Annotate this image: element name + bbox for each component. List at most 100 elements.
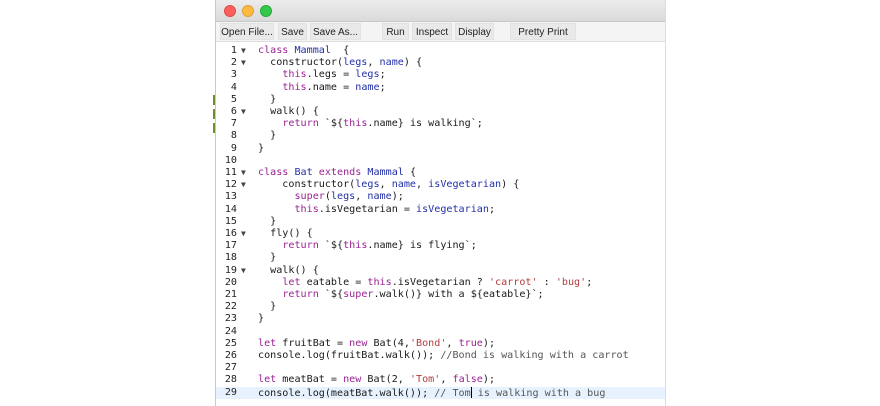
code-line[interactable]: 22 } bbox=[216, 301, 665, 313]
code-token: new bbox=[349, 337, 368, 349]
fold-toggle-icon[interactable]: ▼ bbox=[241, 265, 251, 277]
code-line[interactable]: 8 } bbox=[216, 130, 665, 142]
line-number: 14 bbox=[224, 203, 237, 215]
code-line[interactable]: 7 return `${this.name} is walking`; bbox=[216, 118, 665, 130]
code-line[interactable]: 6 ▼ walk() { bbox=[216, 106, 665, 118]
code-text: } bbox=[258, 252, 276, 264]
code-line[interactable]: 29 console.log(meatBat.walk()); // Tom is… bbox=[216, 386, 665, 400]
line-number: 20 bbox=[224, 276, 237, 288]
minimize-window-button[interactable] bbox=[242, 5, 254, 17]
title-bar bbox=[216, 0, 665, 22]
code-line[interactable]: 3 this.legs = legs; bbox=[216, 69, 665, 81]
code-token: name bbox=[391, 179, 417, 191]
code-line[interactable]: 5 } bbox=[216, 94, 665, 106]
code-token: } bbox=[258, 93, 277, 105]
fold-toggle-icon[interactable]: ▼ bbox=[241, 57, 251, 69]
code-line[interactable]: 14 this.isVegetarian = isVegetarian; bbox=[216, 204, 665, 216]
scratchpad-window: Open File... Save Save As... Run Inspect… bbox=[215, 0, 666, 406]
code-token: ) { bbox=[403, 57, 423, 69]
code-text: } bbox=[258, 143, 264, 155]
code-line[interactable]: 12 ▼ constructor(legs, name, isVegetarian… bbox=[216, 179, 665, 191]
code-token: .name} is flying`; bbox=[367, 240, 477, 252]
code-token: Mammal bbox=[367, 167, 404, 178]
code-token: walk() { bbox=[258, 264, 319, 276]
run-button[interactable]: Run bbox=[382, 23, 409, 40]
code-token: `${ bbox=[318, 118, 344, 130]
code-line[interactable]: 26 console.log(fruitBat.walk()); //Bond i… bbox=[216, 350, 665, 362]
code-token: Bat(2, bbox=[361, 374, 410, 386]
code-token: walk() { bbox=[258, 106, 319, 117]
code-editor[interactable]: 1 ▼ class Mammal {2 ▼ constructor(legs, nam… bbox=[216, 42, 665, 406]
code-text: walk() { bbox=[258, 265, 319, 277]
code-line[interactable]: 11 ▼ class Bat extends Mammal { bbox=[216, 167, 665, 179]
line-number: 17 bbox=[224, 240, 237, 252]
code-line[interactable]: 18 } bbox=[216, 252, 665, 264]
code-line[interactable]: 28 let meatBat = new Bat(2, 'Tom', false)… bbox=[216, 374, 665, 386]
code-token: `${ bbox=[318, 289, 344, 300]
code-token: 'bug' bbox=[555, 276, 587, 288]
code-token: isVegetarian bbox=[428, 179, 502, 191]
line-number: 10 bbox=[224, 154, 237, 166]
fold-toggle-icon[interactable]: ▼ bbox=[241, 179, 251, 191]
code-token: legs bbox=[355, 179, 380, 191]
code-line[interactable]: 9} bbox=[216, 143, 665, 155]
display-button[interactable]: Display bbox=[455, 23, 494, 40]
code-token: this bbox=[343, 118, 368, 130]
code-line[interactable]: 20 let eatable = this.isVegetarian ? 'ca… bbox=[216, 277, 665, 289]
code-text: fly() { bbox=[258, 228, 313, 240]
code-text: console.log(fruitBat.walk()); //Bond is … bbox=[258, 350, 629, 362]
code-line[interactable]: 13 super(legs, name); bbox=[216, 191, 665, 203]
code-token: .name = bbox=[306, 81, 356, 93]
line-number: 27 bbox=[224, 362, 237, 374]
pretty-print-button[interactable]: Pretty Print bbox=[510, 23, 576, 40]
code-line[interactable]: 24 bbox=[216, 326, 665, 338]
save-as-button[interactable]: Save As... bbox=[310, 23, 361, 40]
code-token: ); bbox=[482, 374, 496, 386]
code-token: let bbox=[282, 276, 301, 288]
code-token: ; bbox=[379, 69, 386, 81]
code-token: 'Bond' bbox=[409, 337, 447, 349]
fold-toggle-icon[interactable]: ▼ bbox=[241, 45, 251, 57]
code-token: : bbox=[537, 276, 556, 288]
code-line[interactable]: 4 this.name = name; bbox=[216, 82, 665, 94]
code-text: console.log(meatBat.walk()); // Tom is w… bbox=[258, 386, 606, 400]
code-token: 'Tom' bbox=[409, 374, 441, 386]
fold-toggle-icon[interactable]: ▼ bbox=[241, 167, 251, 179]
code-line[interactable]: 16 ▼ fly() { bbox=[216, 228, 665, 240]
line-number: 4 bbox=[230, 81, 237, 93]
line-number: 8 bbox=[230, 130, 237, 142]
code-line[interactable]: 21 return `${super.walk()} with a ${eata… bbox=[216, 289, 665, 301]
code-token: true bbox=[458, 337, 483, 349]
code-token: { bbox=[403, 167, 417, 178]
code-token: console.log(fruitBat.walk()); bbox=[258, 350, 441, 361]
code-line[interactable]: 25 let fruitBat = new Bat(4,'Bond', true)… bbox=[216, 338, 665, 350]
line-number: 29 bbox=[224, 386, 237, 398]
code-line[interactable]: 1 ▼ class Mammal { bbox=[216, 45, 665, 57]
inspect-button[interactable]: Inspect bbox=[412, 23, 452, 40]
zoom-window-button[interactable] bbox=[260, 5, 272, 17]
code-token: , bbox=[379, 179, 392, 191]
open-file-button[interactable]: Open File... bbox=[220, 23, 274, 40]
line-number: 3 bbox=[230, 69, 237, 81]
code-token: is walking with a bug bbox=[471, 387, 606, 399]
line-number: 23 bbox=[224, 313, 237, 325]
code-line[interactable]: 23} bbox=[216, 313, 665, 325]
save-button[interactable]: Save bbox=[278, 23, 307, 40]
code-token: meatBat = bbox=[276, 374, 344, 386]
fold-toggle-icon[interactable]: ▼ bbox=[241, 106, 251, 118]
code-line[interactable]: 15 } bbox=[216, 216, 665, 228]
code-text: } bbox=[258, 313, 264, 325]
close-window-button[interactable] bbox=[224, 5, 236, 17]
code-line[interactable]: 2 ▼ constructor(legs, name) { bbox=[216, 57, 665, 69]
code-line[interactable]: 17 return `${this.name} is flying`; bbox=[216, 240, 665, 252]
line-number: 11 bbox=[224, 167, 237, 178]
code-token: super bbox=[294, 191, 325, 203]
fold-toggle-icon[interactable]: ▼ bbox=[241, 228, 251, 240]
code-token: this bbox=[294, 203, 319, 215]
code-line[interactable]: 27 bbox=[216, 362, 665, 374]
code-line[interactable]: 19 ▼ walk() { bbox=[216, 265, 665, 277]
code-line[interactable]: 10 bbox=[216, 155, 665, 167]
code-text: } bbox=[258, 216, 276, 228]
